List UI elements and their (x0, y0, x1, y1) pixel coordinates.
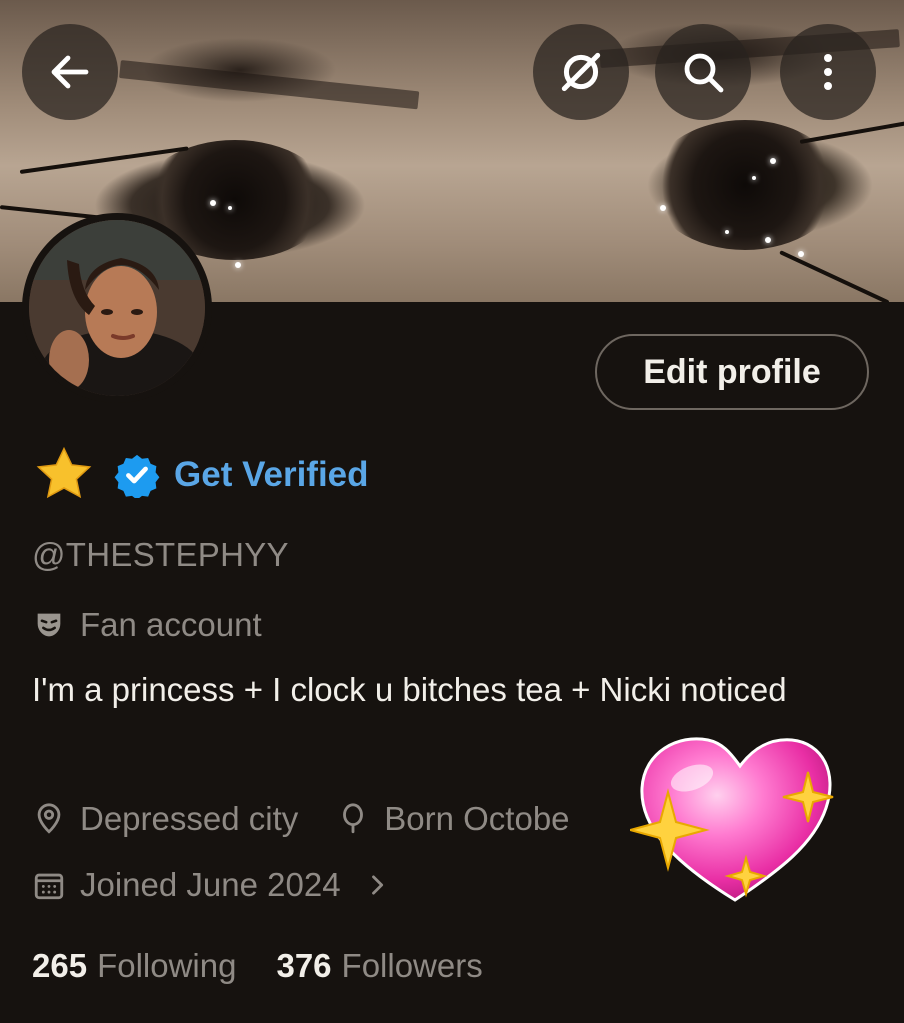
grok-button[interactable] (533, 24, 629, 120)
banner-sparkle (798, 251, 804, 257)
display-name-row: Get Verified (32, 443, 369, 507)
banner-sparkle (770, 158, 776, 164)
profile-bio: I'm a princess + I clock u bitches tea +… (32, 671, 787, 708)
joined-row[interactable]: Joined June 2024 (32, 860, 391, 910)
back-button[interactable] (22, 24, 118, 120)
location-pin-icon (37, 803, 61, 834)
followers-label: Followers (341, 947, 483, 984)
masks-icon (37, 613, 61, 637)
user-handle: @THESTEPHYY (32, 536, 289, 573)
followers-count: 376 (276, 947, 332, 984)
search-icon (684, 53, 724, 93)
banner-sparkle (752, 176, 756, 180)
profile-meta-row: Depressed city Born Octobe (32, 794, 570, 844)
banner-sparkle (660, 205, 666, 211)
grok-icon (561, 52, 601, 92)
followers-link[interactable]: 376 Followers (276, 947, 482, 985)
location-text: Depressed city (80, 800, 299, 837)
more-vertical-icon (824, 54, 832, 90)
banner-lash (779, 250, 890, 302)
banner-sparkle (228, 206, 232, 210)
following-count: 265 (32, 947, 88, 984)
category-label: Fan account (80, 606, 262, 643)
banner-sparkle (765, 237, 771, 243)
star-icon (36, 446, 92, 499)
verified-badge-icon (114, 454, 160, 498)
follow-counts: 265 Following 376 Followers (32, 940, 483, 992)
profile-category: Fan account (32, 603, 262, 647)
banner-lash (799, 120, 904, 144)
search-button[interactable] (655, 24, 751, 120)
banner-sparkle (235, 262, 241, 268)
birthday-item: Born Octobe (336, 800, 570, 838)
following-label: Following (97, 947, 237, 984)
balloon-icon (343, 803, 364, 834)
following-link[interactable]: 265 Following (32, 947, 236, 985)
profile-avatar[interactable] (22, 213, 212, 403)
calendar-icon (34, 873, 64, 900)
sparkling-heart-sticker (630, 737, 834, 902)
banner-sparkle (725, 230, 729, 234)
more-options-button[interactable] (780, 24, 876, 120)
arrow-left-icon (51, 55, 89, 89)
banner-sparkle (210, 200, 216, 206)
edit-profile-button[interactable]: Edit profile (595, 334, 869, 410)
banner-brow (119, 60, 420, 110)
joined-text: Joined June 2024 (80, 866, 341, 903)
avatar-illustration (29, 220, 205, 396)
get-verified-link[interactable]: Get Verified (174, 455, 369, 495)
location-item: Depressed city (32, 800, 298, 838)
avatar-image (29, 220, 205, 396)
birthday-text: Born Octobe (384, 800, 570, 837)
chevron-right-icon (371, 875, 383, 895)
